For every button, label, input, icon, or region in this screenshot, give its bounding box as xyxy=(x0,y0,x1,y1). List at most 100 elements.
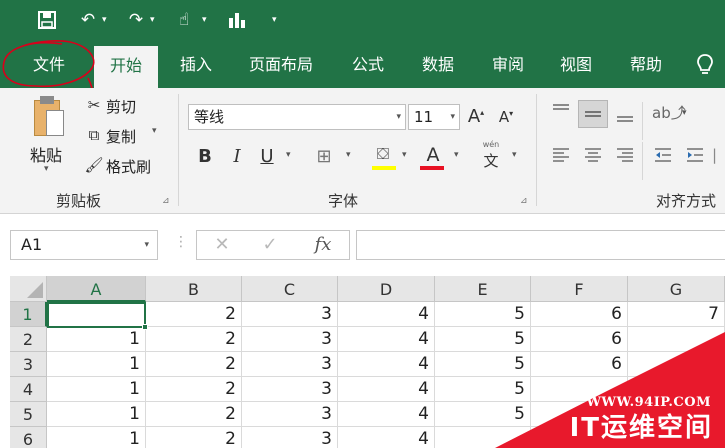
alignment-more-icon[interactable]: | xyxy=(712,146,717,164)
font-name-select[interactable]: 等线 ▾ xyxy=(188,104,406,130)
lightbulb-icon[interactable] xyxy=(690,40,720,88)
enter-icon[interactable]: ✓ xyxy=(259,231,281,259)
cell-c6[interactable]: 3 xyxy=(242,427,338,448)
cell-c5[interactable]: 3 xyxy=(242,402,338,427)
insert-function-button[interactable]: fx xyxy=(309,231,337,259)
cell-c4[interactable]: 3 xyxy=(242,377,338,402)
tab-file[interactable]: 文件 xyxy=(18,40,80,88)
clipboard-launcher-icon[interactable]: ⊿ xyxy=(162,196,170,206)
formula-input[interactable] xyxy=(356,230,725,260)
cell-g5[interactable] xyxy=(628,402,725,427)
cell-b5[interactable]: 2 xyxy=(146,402,242,427)
undo-icon[interactable]: ↶ xyxy=(76,8,100,32)
cell-e3[interactable]: 5 xyxy=(435,352,531,377)
select-all-button[interactable] xyxy=(10,276,47,302)
cell-b1[interactable]: 2 xyxy=(146,302,242,327)
save-icon[interactable] xyxy=(34,8,60,32)
cell-f3[interactable]: 6 xyxy=(531,352,628,377)
undo-dropdown-icon[interactable]: ▾ xyxy=(102,8,107,32)
font-size-select[interactable]: 11 ▾ xyxy=(408,104,460,130)
cell-b6[interactable]: 2 xyxy=(146,427,242,448)
tab-formulas[interactable]: 公式 xyxy=(340,40,396,88)
cell-a1[interactable] xyxy=(47,302,146,327)
font-color-icon[interactable]: A xyxy=(422,144,444,166)
font-launcher-icon[interactable]: ⊿ xyxy=(520,196,528,206)
paste-button[interactable]: 粘贴 ▾ xyxy=(20,92,76,182)
redo-dropdown-icon[interactable]: ▾ xyxy=(150,8,155,32)
cell-d3[interactable]: 4 xyxy=(338,352,435,377)
row-header-4[interactable]: 4 xyxy=(10,377,47,402)
bold-button[interactable]: B xyxy=(196,146,214,167)
cut-button[interactable]: 剪切 xyxy=(106,96,136,117)
column-header-b[interactable]: B xyxy=(146,276,242,302)
column-header-d[interactable]: D xyxy=(338,276,435,302)
row-header-2[interactable]: 2 xyxy=(10,327,47,352)
column-header-c[interactable]: C xyxy=(242,276,338,302)
align-left-icon[interactable] xyxy=(550,146,572,168)
formula-bar-grip-icon[interactable]: ⋮ xyxy=(174,234,188,250)
increase-font-size-icon[interactable]: A▴ xyxy=(466,106,486,127)
column-header-e[interactable]: E xyxy=(435,276,531,302)
cell-a2[interactable]: 1 xyxy=(47,327,146,352)
borders-dropdown-icon[interactable]: ▾ xyxy=(346,150,351,160)
cell-f5[interactable] xyxy=(531,402,628,427)
cell-g4[interactable] xyxy=(628,377,725,402)
align-bottom-icon[interactable] xyxy=(612,102,638,128)
tab-help[interactable]: 帮助 xyxy=(618,40,674,88)
cell-b3[interactable]: 2 xyxy=(146,352,242,377)
align-center-icon[interactable] xyxy=(582,146,604,168)
tab-view[interactable]: 视图 xyxy=(548,40,604,88)
column-header-g[interactable]: G xyxy=(628,276,725,302)
cell-f6[interactable] xyxy=(531,427,628,448)
name-box[interactable]: A1 ▾ xyxy=(10,230,158,260)
align-middle-icon[interactable] xyxy=(578,100,608,128)
cell-d1[interactable]: 4 xyxy=(338,302,435,327)
cell-d5[interactable]: 4 xyxy=(338,402,435,427)
cell-e2[interactable]: 5 xyxy=(435,327,531,352)
cell-a6[interactable]: 1 xyxy=(47,427,146,448)
fill-color-dropdown-icon[interactable]: ▾ xyxy=(402,150,407,160)
cell-b2[interactable]: 2 xyxy=(146,327,242,352)
cell-a3[interactable]: 1 xyxy=(47,352,146,377)
orientation-icon[interactable]: ab⤴ xyxy=(652,102,686,123)
italic-button[interactable]: I xyxy=(228,146,246,167)
underline-button[interactable]: U xyxy=(258,146,276,167)
chart-icon[interactable] xyxy=(224,8,252,32)
touch-mode-icon[interactable]: ☝ xyxy=(172,8,196,32)
cell-f4[interactable] xyxy=(531,377,628,402)
copy-dropdown-icon[interactable]: ▾ xyxy=(152,126,157,136)
cell-d6[interactable]: 4 xyxy=(338,427,435,448)
tab-insert[interactable]: 插入 xyxy=(168,40,224,88)
tab-review[interactable]: 审阅 xyxy=(480,40,536,88)
touch-mode-dropdown-icon[interactable]: ▾ xyxy=(202,8,207,32)
cell-f2[interactable]: 6 xyxy=(531,327,628,352)
cell-b4[interactable]: 2 xyxy=(146,377,242,402)
column-header-a[interactable]: A xyxy=(47,276,146,302)
cell-g6[interactable] xyxy=(628,427,725,448)
phonetic-dropdown-icon[interactable]: ▾ xyxy=(512,150,517,160)
tab-home[interactable]: 开始 xyxy=(94,46,158,88)
cell-a4[interactable]: 1 xyxy=(47,377,146,402)
decrease-font-size-icon[interactable]: A▾ xyxy=(496,108,516,126)
cell-c2[interactable]: 3 xyxy=(242,327,338,352)
cell-e4[interactable]: 5 xyxy=(435,377,531,402)
font-color-dropdown-icon[interactable]: ▾ xyxy=(454,150,459,160)
row-header-5[interactable]: 5 xyxy=(10,402,47,427)
borders-icon[interactable]: ⊞ xyxy=(312,146,336,167)
tab-page-layout[interactable]: 页面布局 xyxy=(238,40,324,88)
cell-a5[interactable]: 1 xyxy=(47,402,146,427)
cell-d2[interactable]: 4 xyxy=(338,327,435,352)
tab-data[interactable]: 数据 xyxy=(410,40,466,88)
cell-c1[interactable]: 3 xyxy=(242,302,338,327)
fill-color-icon[interactable]: ⛋ xyxy=(370,144,396,164)
customize-toolbar-icon[interactable]: ▾ xyxy=(272,8,277,32)
increase-indent-icon[interactable] xyxy=(684,146,706,168)
cell-d4[interactable]: 4 xyxy=(338,377,435,402)
cell-g3[interactable] xyxy=(628,352,725,377)
cell-g2[interactable] xyxy=(628,327,725,352)
cell-g1[interactable]: 7 xyxy=(628,302,725,327)
cell-f1[interactable]: 6 xyxy=(531,302,628,327)
format-painter-button[interactable]: 格式刷 xyxy=(106,156,151,177)
column-header-f[interactable]: F xyxy=(531,276,628,302)
cell-e5[interactable]: 5 xyxy=(435,402,531,427)
